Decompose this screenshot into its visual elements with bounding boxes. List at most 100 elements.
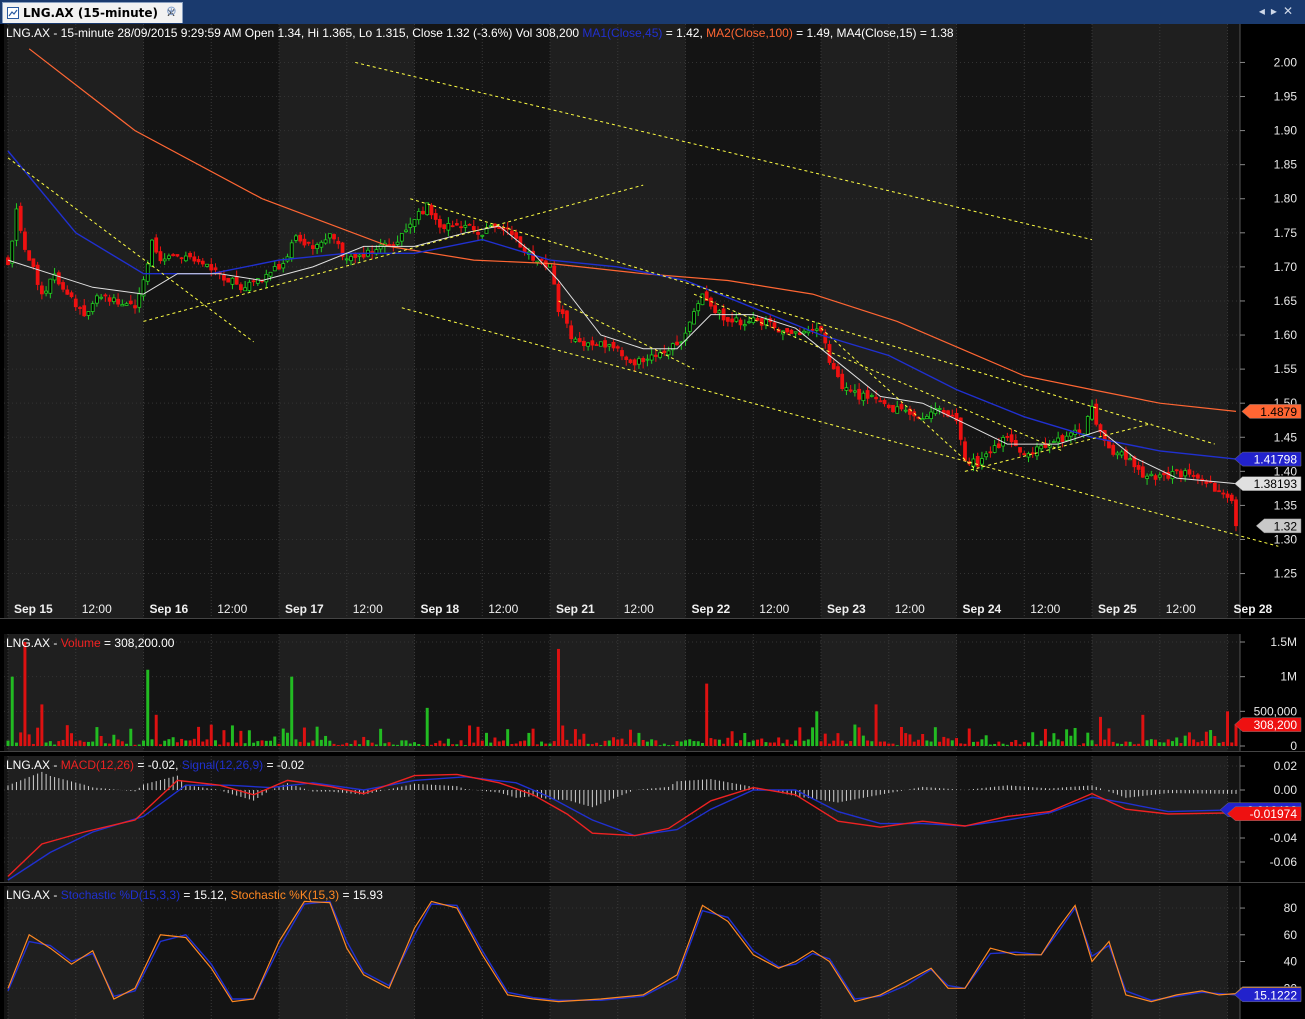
volume-bar: [269, 740, 273, 746]
volume-bar: [806, 739, 810, 746]
candle-body: [565, 310, 569, 324]
volume-bar: [133, 744, 137, 746]
volume-bar: [955, 738, 959, 746]
volume-bar: [904, 733, 908, 746]
volume-bar: [1183, 735, 1187, 746]
macd-header: LNG.AX - MACD(12,26) = -0.02, Signal(12,…: [6, 758, 304, 772]
volume-bar: [645, 741, 649, 746]
volume-bar: [531, 728, 535, 746]
volume-bar: [548, 743, 552, 746]
volume-bar: [709, 738, 713, 746]
volume-header-segment: LNG.AX -: [6, 636, 61, 650]
candle-body: [1221, 492, 1226, 495]
stochastic-header-segment: Stochastic %K(15,3): [230, 888, 339, 902]
candle-body: [463, 224, 468, 228]
volume-bar: [1128, 741, 1132, 746]
volume-bar: [624, 744, 628, 746]
volume-bar: [366, 740, 370, 746]
scroll-left-icon[interactable]: ◂: [1259, 4, 1271, 18]
candle-body: [319, 241, 324, 248]
stochastic-y-tick-label: 40: [1284, 955, 1298, 969]
volume-bar: [650, 739, 654, 746]
candle-body: [590, 340, 595, 346]
volume-bar: [705, 683, 709, 746]
candle-body: [793, 331, 798, 334]
candle-body: [277, 264, 281, 270]
tab-lng-ax[interactable]: LNG.AX (15-minute) ✕: [2, 2, 184, 23]
volume-bar: [616, 739, 620, 746]
x-tick-label: 12:00: [624, 602, 654, 616]
chart-area[interactable]: 2.00 1.95 1.90 1.85 1.80 1.75 1.70 1.65 1.60 1.55…: [0, 24, 1305, 1019]
macd-header-segment: Signal(12,26,9): [182, 758, 263, 772]
close-window-icon[interactable]: ✕: [1283, 4, 1299, 18]
volume-bar: [734, 742, 738, 746]
new-tab-icon[interactable]: ⊕: [166, 4, 177, 19]
volume-bar: [230, 725, 234, 746]
volume-bar: [61, 739, 65, 746]
candle-body: [243, 287, 248, 292]
volume-bar: [1192, 739, 1196, 746]
candle-body: [404, 229, 408, 232]
volume-bar: [40, 704, 44, 746]
volume-bar: [628, 729, 632, 746]
candle-body: [920, 418, 925, 421]
candle-body: [65, 289, 70, 295]
candle-body: [785, 328, 790, 333]
volume-bar: [1226, 711, 1230, 746]
volume-bar: [1158, 742, 1162, 746]
candle-body: [891, 404, 895, 413]
volume-bar: [1018, 744, 1022, 746]
volume-bar: [976, 741, 980, 746]
candle-body: [289, 242, 294, 259]
volume-bar: [150, 739, 154, 746]
candle-body: [658, 352, 662, 358]
volume-bar: [485, 732, 488, 746]
candle-body: [408, 223, 413, 228]
volume-bar: [887, 743, 891, 746]
volume-bar: [247, 730, 251, 746]
candle-body: [903, 409, 908, 412]
volume-bar: [1090, 740, 1094, 746]
candle-body: [594, 344, 599, 346]
candle-body: [39, 285, 44, 295]
candle-body: [327, 233, 332, 239]
volume-bar: [1179, 743, 1183, 746]
scroll-right-icon[interactable]: ▸: [1271, 4, 1283, 18]
volume-bar: [48, 741, 52, 746]
candle-body: [247, 281, 252, 291]
volume-bar: [264, 740, 268, 746]
candle-body: [264, 273, 269, 283]
price-header-segment: = 1.49, MA4(Close,15) = 1.38: [793, 26, 954, 40]
candle-body: [1136, 465, 1141, 470]
volume-bar: [345, 742, 349, 746]
candle-body: [158, 251, 163, 262]
price-y-tick-label: 1.80: [1274, 192, 1298, 206]
volume-bar: [408, 743, 412, 746]
candle-body: [620, 350, 624, 357]
candle-body: [124, 303, 129, 306]
candle-body: [454, 223, 459, 226]
volume-bar: [569, 743, 573, 746]
candle-body: [90, 303, 95, 312]
volume-bar: [662, 743, 666, 746]
volume-bar: [921, 733, 925, 746]
volume-bar: [239, 730, 243, 746]
x-tick-label: 12:00: [82, 602, 112, 616]
volume-bar: [404, 740, 408, 746]
volume-bar: [764, 742, 768, 746]
candle-body: [1060, 435, 1065, 442]
candle-body: [789, 329, 794, 334]
x-tick-label: Sep 23: [827, 602, 866, 616]
candle-body: [315, 244, 319, 249]
x-tick-label: 12:00: [759, 602, 789, 616]
volume-bar: [391, 744, 395, 746]
candle-body: [196, 259, 201, 263]
candle-body: [154, 237, 159, 253]
candle-body: [412, 219, 417, 227]
volume-bar: [828, 743, 831, 746]
stochastic-header: LNG.AX - Stochastic %D(15,3,3) = 15.12, …: [6, 888, 383, 902]
x-tick-label: 12:00: [1030, 602, 1060, 616]
volume-bar: [99, 735, 103, 746]
volume-bar: [1234, 724, 1238, 746]
candle-body: [988, 451, 993, 454]
